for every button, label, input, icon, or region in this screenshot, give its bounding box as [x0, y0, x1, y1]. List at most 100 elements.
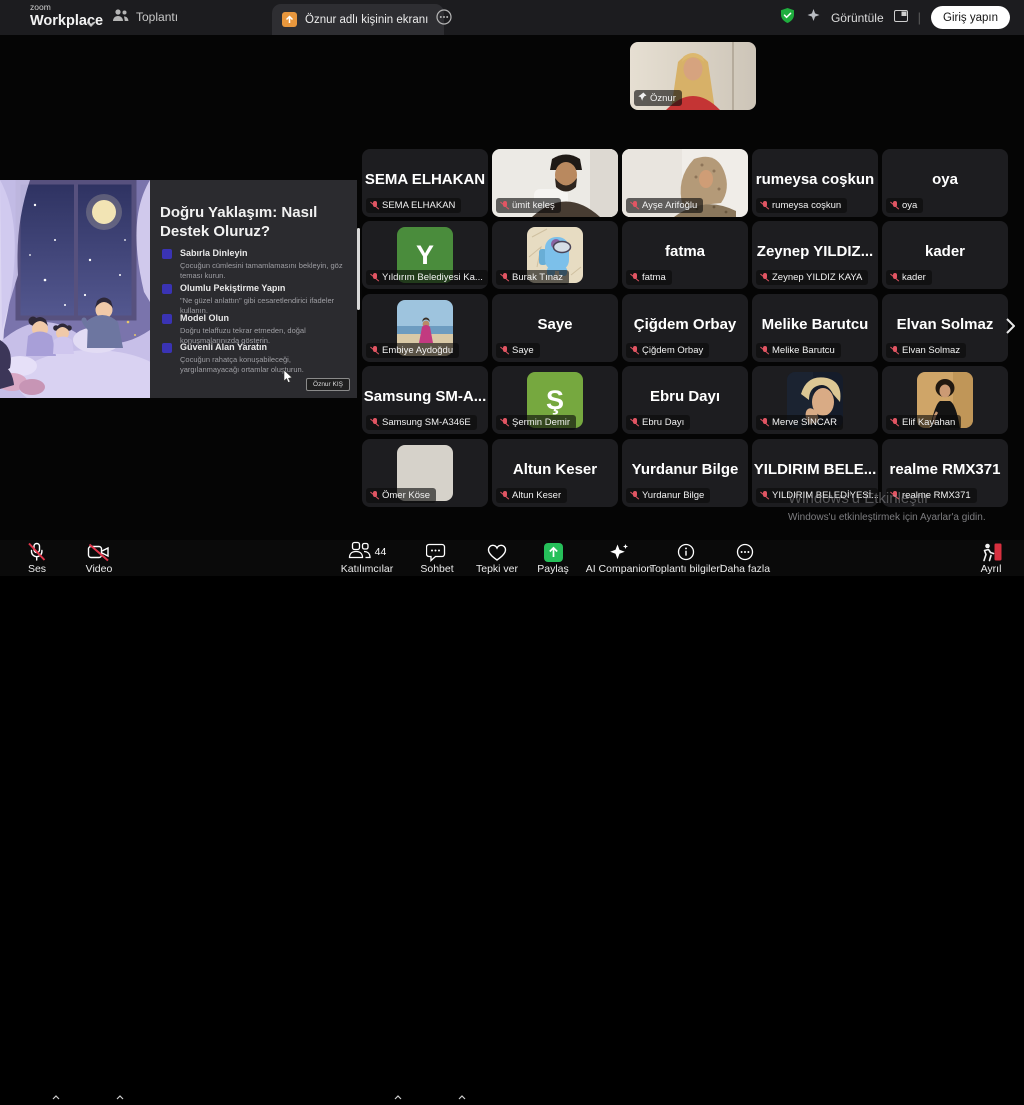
participant-tile[interactable]: Zeynep YILDIZ... Zeynep YILDIZ KAYA	[752, 221, 878, 289]
muted-mic-icon	[760, 273, 769, 283]
participant-tile[interactable]: Ebru Dayı Ebru Dayı	[622, 366, 748, 434]
participant-tile[interactable]: Burak Tınaz	[492, 221, 618, 289]
muted-mic-icon	[890, 273, 899, 283]
participant-tile[interactable]: oya oya	[882, 149, 1008, 217]
more-button[interactable]: Daha fazla	[707, 542, 783, 575]
chat-button[interactable]: Sohbet	[407, 542, 467, 575]
muted-mic-icon	[630, 201, 639, 211]
participant-tile[interactable]: Samsung SM-A... Samsung SM-A346E	[362, 366, 488, 434]
participant-tile[interactable]: Çiğdem Orbay Çiğdem Orbay	[622, 294, 748, 362]
participant-name-label: Melike Barutcu	[756, 343, 841, 358]
participants-button[interactable]: 44 Katılımcılar	[327, 542, 407, 575]
view-label[interactable]: Görüntüle	[831, 11, 884, 25]
participants-count: 44	[375, 546, 387, 558]
participant-name-label: Öznur	[634, 90, 682, 106]
tab-meeting[interactable]: Toplantı	[112, 8, 178, 25]
divider: |	[918, 10, 921, 25]
participant-name-label: Çiğdem Orbay	[626, 343, 709, 358]
muted-mic-icon	[370, 201, 379, 211]
participant-tile[interactable]: Melike Barutcu Melike Barutcu	[752, 294, 878, 362]
participant-name-label: SEMA ELHAKAN	[366, 198, 461, 213]
reactions-button[interactable]: Tepki ver	[466, 542, 528, 575]
meeting-toolbar: Ses Video 44 Katılımcılar Sohbet	[0, 540, 1024, 576]
slide-title: Doğru Yaklaşım: Nasıl Destek Oluruz?	[160, 204, 352, 242]
bullet-square-icon	[162, 249, 172, 259]
muted-mic-icon	[26, 542, 48, 562]
participant-name-label: Saye	[496, 343, 540, 358]
ai-sparkle-icon[interactable]	[806, 8, 821, 28]
muted-mic-icon	[370, 346, 379, 356]
muted-mic-icon	[630, 418, 639, 428]
mute-button[interactable]: Ses	[16, 542, 58, 575]
participant-name-label: Zeynep YILDIZ KAYA	[756, 270, 868, 285]
slide-illustration	[0, 180, 150, 398]
participant-tile[interactable]: kader kader	[882, 221, 1008, 289]
slide-bullet: Güvenli Alan Yaratın Çocuğun rahatça kon…	[162, 342, 352, 375]
gallery-scrollbar[interactable]	[357, 228, 360, 310]
participant-tile[interactable]: rumeysa coşkun rumeysa coşkun	[752, 149, 878, 217]
leave-button[interactable]: Ayrıl	[966, 542, 1016, 575]
video-options-chevron[interactable]	[116, 1087, 124, 1105]
shared-screen-view: Doğru Yaklaşım: Nasıl Destek Oluruz? Sab…	[0, 180, 357, 398]
muted-mic-icon	[500, 201, 509, 211]
share-button[interactable]: Paylaş	[524, 542, 582, 575]
participants-icon	[348, 541, 372, 564]
muted-mic-icon	[630, 346, 639, 356]
participant-name-label: Ömer Köse	[366, 488, 436, 503]
bullet-square-icon	[162, 343, 172, 353]
slide-bullet: Sabırla Dinleyin Çocuğun cümlesini tamam…	[162, 248, 352, 281]
participant-tile[interactable]: Elif Kayahan	[882, 366, 1008, 434]
participant-tile[interactable]: Ş Şermin Demir	[492, 366, 618, 434]
bullet-square-icon	[162, 284, 172, 294]
chat-options-chevron[interactable]	[458, 1087, 466, 1105]
participant-tile[interactable]: Altun Keser Altun Keser	[492, 439, 618, 507]
participant-tile[interactable]: SEMA ELHAKAN SEMA ELHAKAN	[362, 149, 488, 217]
participant-name-label: Merve SİNCAR	[756, 415, 843, 430]
view-layout-icon[interactable]	[894, 9, 908, 27]
participant-tile-spotlight[interactable]: Öznur	[630, 42, 756, 110]
participant-name-label: Samsung SM-A346E	[366, 415, 477, 430]
muted-mic-icon	[760, 418, 769, 428]
next-page-chevron-icon[interactable]	[1006, 318, 1015, 339]
participant-name-label: Yurdanur Bilge	[626, 488, 710, 503]
participant-tile[interactable]: Merve SİNCAR	[752, 366, 878, 434]
video-button[interactable]: Video	[76, 542, 122, 575]
participant-name-label: oya	[886, 198, 923, 213]
participant-tile[interactable]: Ömer Köse	[362, 439, 488, 507]
chevron-down-icon[interactable]	[86, 14, 96, 32]
screen-share-icon	[282, 12, 297, 27]
tab-shared-screen-label: Öznur adlı kişinin ekranı	[305, 14, 428, 26]
participants-options-chevron[interactable]	[394, 1087, 402, 1105]
participant-tile[interactable]: Yurdanur Bilge Yurdanur Bilge	[622, 439, 748, 507]
slide-bullet: Olumlu Pekiştirme Yapın "Ne güzel anlatt…	[162, 283, 352, 316]
participant-name-label: Şermin Demir	[496, 415, 576, 430]
participant-name-label: Altun Keser	[496, 488, 567, 503]
tab-shared-screen[interactable]: Öznur adlı kişinin ekranı	[272, 4, 444, 35]
participant-name-label: Embiye Aydoğdu	[366, 343, 459, 358]
tab-options-icon[interactable]	[436, 9, 452, 30]
muted-mic-icon	[500, 418, 509, 428]
participant-tile[interactable]: Elvan Solmaz Elvan Solmaz	[882, 294, 1008, 362]
mic-options-chevron[interactable]	[52, 1087, 60, 1105]
participant-tile[interactable]: fatma fatma	[622, 221, 748, 289]
pin-icon	[638, 92, 647, 104]
meeting-stage: Doğru Yaklaşım: Nasıl Destek Oluruz? Sab…	[0, 35, 1024, 540]
participant-name-label: Elif Kayahan	[886, 415, 961, 430]
participant-name-label: rumeysa coşkun	[756, 198, 847, 213]
chat-icon	[426, 542, 448, 562]
participant-tile[interactable]: Embiye Aydoğdu	[362, 294, 488, 362]
muted-mic-icon	[760, 491, 769, 501]
participant-tile[interactable]: Ayşe Arifoğlu	[622, 149, 748, 217]
brand-zoom: zoom	[30, 3, 103, 12]
participant-name-label: ümit keleş	[496, 198, 561, 213]
participant-tile[interactable]: Y Yıldırım Belediyesi Ka...	[362, 221, 488, 289]
windows-activation-hint: Windows'u etkinleştirmek için Ayarlar'a …	[788, 512, 986, 523]
participant-tile[interactable]: ümit keleş	[492, 149, 618, 217]
more-icon	[736, 542, 754, 562]
ai-companion-icon	[608, 542, 630, 562]
people-icon	[112, 8, 129, 25]
security-shield-icon[interactable]	[779, 7, 796, 29]
sign-in-button[interactable]: Giriş yapın	[931, 6, 1010, 29]
participant-tile[interactable]: Saye Saye	[492, 294, 618, 362]
muted-mic-icon	[630, 273, 639, 283]
